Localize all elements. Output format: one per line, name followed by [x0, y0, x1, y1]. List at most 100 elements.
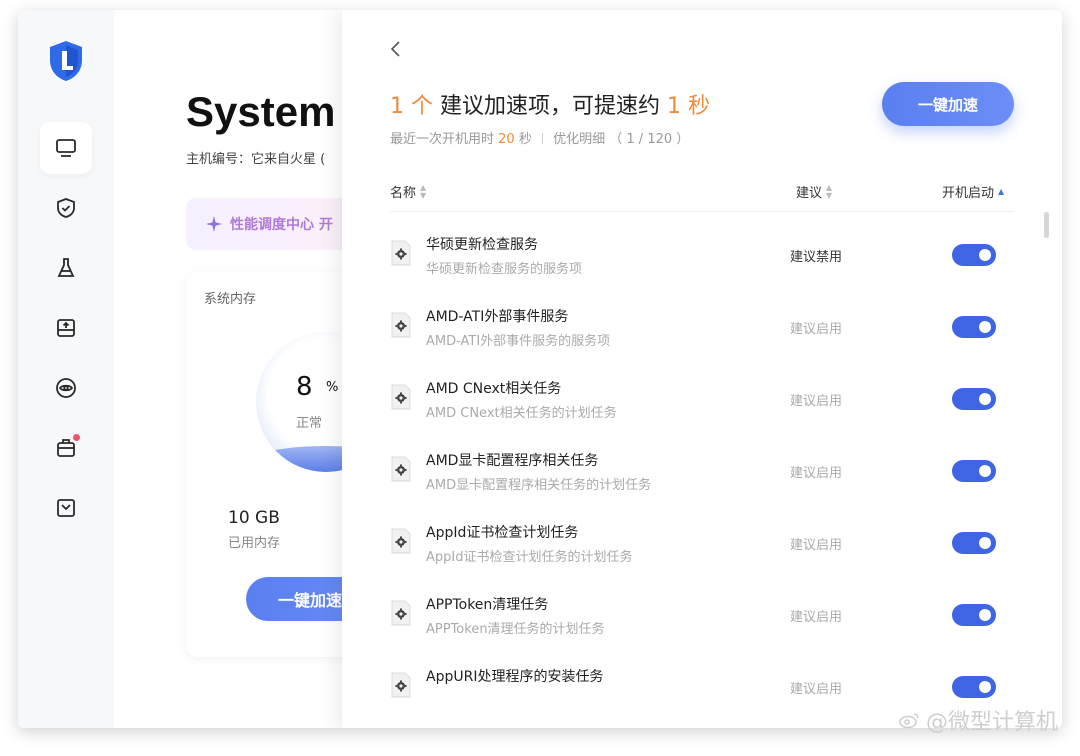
column-name[interactable]: 名称 ▲ ▼ [390, 182, 426, 201]
nav-toolbox[interactable] [40, 422, 92, 474]
sparkle-icon [206, 216, 222, 232]
used-memory-label: 已用内存 [228, 536, 281, 551]
page-title: System [186, 88, 336, 135]
startup-toggle[interactable] [952, 676, 996, 698]
item-description: AppId证书检查计划任务的计划任务 [426, 550, 633, 565]
boot-summary: 最近一次开机用时 20 秒 优化明细 （ 1 / 120 ） [390, 128, 689, 147]
item-title: 华硕更新检查服务 [426, 237, 538, 253]
nav-inbox[interactable] [40, 482, 92, 534]
item-description: AMD-ATI外部事件服务的服务项 [426, 334, 611, 349]
list-item: AMD显卡配置程序相关任务 AMD显卡配置程序相关任务的计划任务 建议启用 [390, 438, 1014, 510]
service-gear-icon [391, 312, 411, 338]
toggle-knob [979, 609, 991, 621]
broom-icon [57, 258, 75, 277]
inbox-icon [57, 499, 75, 517]
nav-clean[interactable] [40, 242, 92, 294]
item-suggestion: 建议启用 [790, 322, 843, 337]
toggle-knob [979, 537, 991, 549]
startup-toggle[interactable] [952, 460, 996, 482]
boot-time-value: 20 [498, 132, 515, 147]
list-item: AMD CNext相关任务 AMD CNext相关任务的计划任务 建议启用 [390, 366, 1014, 438]
list-item: APPToken清理任务 APPToken清理任务的计划任务 建议启用 [390, 582, 1014, 654]
watermark-text: @微型计算机 [925, 710, 1058, 735]
scrollbar[interactable] [1044, 212, 1049, 238]
shield-logo-icon [50, 41, 82, 81]
item-suggestion: 建议启用 [790, 466, 843, 481]
item-count-unit: 个 [411, 94, 434, 119]
service-gear-icon [391, 240, 411, 266]
speedup-unit: 秒 [688, 94, 711, 119]
toggle-knob [979, 321, 991, 333]
item-suggestion: 建议启用 [790, 610, 843, 625]
item-description: AMD CNext相关任务的计划任务 [426, 406, 617, 421]
banner-text: 性能调度中心 开 [230, 217, 333, 233]
item-title: AMD CNext相关任务 [426, 381, 562, 397]
item-title: AppURI处理程序的安装任务 [426, 669, 604, 685]
weibo-logo-icon [899, 713, 919, 729]
shield-check-icon [57, 198, 75, 218]
item-description: 华硕更新检查服务的服务项 [426, 262, 583, 277]
memory-state: 正常 [296, 416, 323, 431]
item-title: APPToken清理任务 [426, 597, 549, 613]
table-header: 名称 ▲ ▼ 建议 ▲ ▼ 开机启动 ▲ [390, 180, 1014, 212]
nav-system[interactable] [40, 122, 92, 174]
sidebar [18, 10, 114, 728]
watermark: @微型计算机 [898, 704, 1058, 736]
accelerate-button[interactable]: 一键加速 [882, 82, 1014, 126]
panel-headline: 1 个 建议加速项，可提速约 1 秒 [390, 88, 710, 120]
startup-toggle[interactable] [952, 532, 996, 554]
speedup-seconds: 1 [667, 94, 682, 119]
item-suggestion: 建议禁用 [790, 250, 843, 265]
notification-dot [73, 434, 80, 441]
service-gear-icon [391, 672, 411, 698]
item-description: APPToken清理任务的计划任务 [426, 622, 605, 637]
sort-asc-icon: ▲ [998, 186, 1005, 196]
headline-text: 建议加速项，可提速约 [440, 94, 661, 119]
item-suggestion: 建议启用 [790, 682, 843, 697]
optimization-detail[interactable]: 优化明细 （ 1 / 120 ） [553, 132, 689, 147]
column-startup-label: 开机启动 [942, 186, 995, 201]
service-gear-icon [391, 384, 411, 410]
service-gear-icon [391, 600, 411, 626]
column-name-label: 名称 [390, 186, 417, 201]
toggle-knob [979, 465, 991, 477]
toggle-knob [979, 681, 991, 693]
service-gear-icon [391, 456, 411, 482]
divider [542, 133, 543, 144]
item-suggestion: 建议启用 [790, 538, 843, 553]
startup-toggle[interactable] [952, 316, 996, 338]
memory-card-title: 系统内存 [204, 292, 257, 307]
boot-time-unit: 秒 [518, 132, 532, 147]
item-description: AMD显卡配置程序相关任务的计划任务 [426, 478, 652, 493]
back-chevron-icon[interactable] [386, 38, 406, 60]
item-count: 1 [390, 94, 404, 119]
item-title: AMD-ATI外部事件服务 [426, 309, 569, 325]
toggle-knob [979, 249, 991, 261]
list-item: 华硕更新检查服务华硕更新检查服务的服务项 建议禁用 [390, 222, 1014, 294]
item-suggestion: 建议启用 [790, 394, 843, 409]
item-title: AppId证书检查计划任务 [426, 525, 579, 541]
toggle-knob [979, 393, 991, 405]
eye-scan-icon [56, 378, 76, 398]
sort-icon: ▲ ▼ [826, 182, 833, 200]
sort-icon: ▲ ▼ [420, 182, 427, 200]
nav-security[interactable] [40, 182, 92, 234]
column-suggestion-label: 建议 [796, 186, 823, 201]
nav-drive[interactable] [40, 302, 92, 354]
startup-toggle[interactable] [952, 388, 996, 410]
startup-optimization-panel: 1 个 建议加速项，可提速约 1 秒 最近一次开机用时 20 秒 优化明细 （ … [342, 10, 1062, 728]
app-window: System 主机编号：它来自火星 ( 性能调度中心 开 系统内存 8 % 正常… [18, 10, 1062, 728]
memory-usage-value: 8 [296, 372, 313, 402]
item-title: AMD显卡配置程序相关任务 [426, 453, 599, 469]
used-memory-value: 10 GB [228, 508, 280, 528]
column-startup[interactable]: 开机启动 ▲ [942, 182, 1004, 201]
nav-privacy[interactable] [40, 362, 92, 414]
list-item: AMD-ATI外部事件服务 AMD-ATI外部事件服务的服务项 建议启用 [390, 294, 1014, 366]
service-gear-icon [391, 528, 411, 554]
startup-toggle[interactable] [952, 604, 996, 626]
column-suggestion[interactable]: 建议 ▲ ▼ [796, 182, 832, 201]
list-item: AppId证书检查计划任务 AppId证书检查计划任务的计划任务 建议启用 [390, 510, 1014, 582]
startup-toggle[interactable] [952, 244, 996, 266]
boot-time-label: 最近一次开机用时 [390, 132, 495, 147]
memory-usage-unit: % [326, 380, 339, 395]
